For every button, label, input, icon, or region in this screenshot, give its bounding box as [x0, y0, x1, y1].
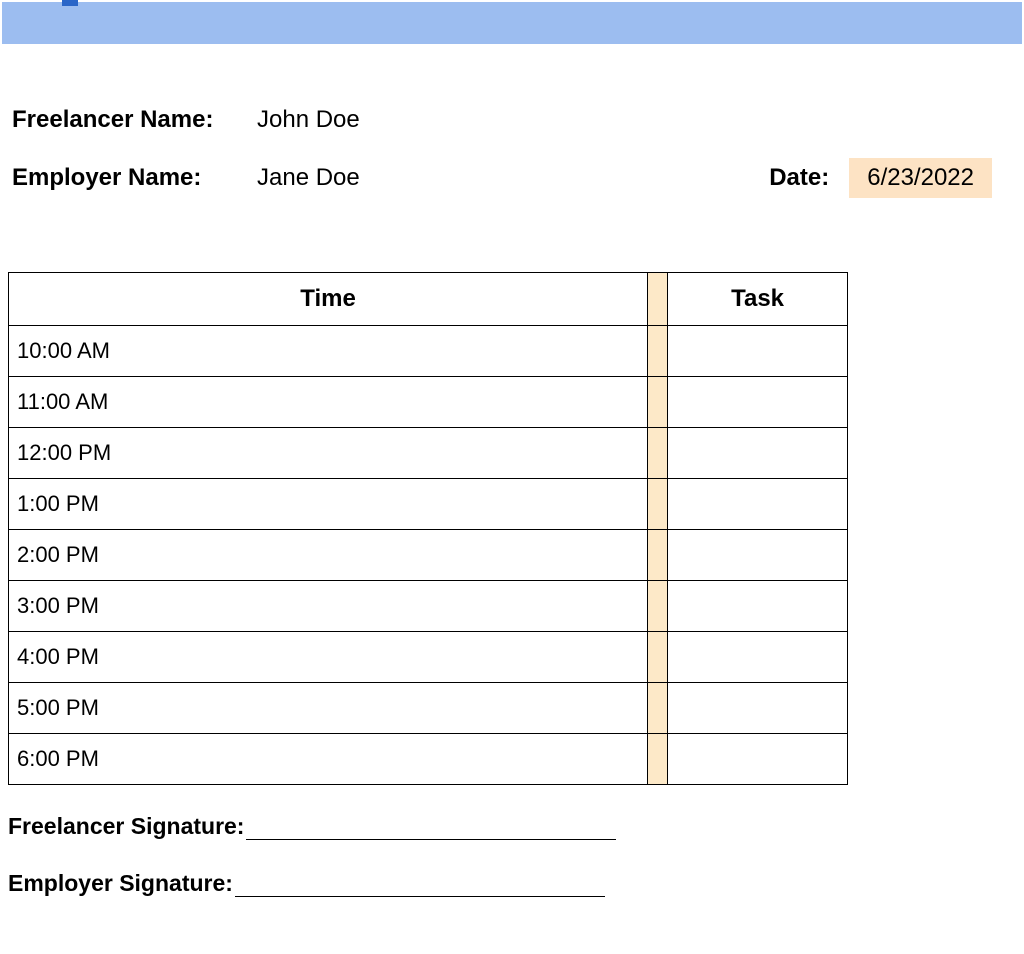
task-cell — [668, 581, 848, 632]
time-cell: 12:00 PM — [9, 428, 648, 479]
task-table: Time Task 10:00 AM 11:00 AM 12:00 PM — [8, 272, 848, 785]
task-cell — [668, 632, 848, 683]
time-cell: 2:00 PM — [9, 530, 648, 581]
employer-signature-line — [235, 872, 605, 897]
employer-signature-label: Employer Signature: — [8, 870, 233, 897]
table-row: 11:00 AM — [9, 377, 848, 428]
employer-row: Employer Name: Jane Doe Date: 6/23/2022 — [12, 158, 1012, 198]
divider-cell — [648, 479, 668, 530]
time-cell: 4:00 PM — [9, 632, 648, 683]
time-cell: 1:00 PM — [9, 479, 648, 530]
task-cell — [668, 479, 848, 530]
task-cell — [668, 530, 848, 581]
divider-cell — [648, 377, 668, 428]
task-table-wrap: Time Task 10:00 AM 11:00 AM 12:00 PM — [0, 222, 1024, 785]
table-row: 4:00 PM — [9, 632, 848, 683]
signature-block: Freelancer Signature: Employer Signature… — [0, 785, 1024, 897]
divider-cell — [648, 530, 668, 581]
table-row: 3:00 PM — [9, 581, 848, 632]
time-cell: 6:00 PM — [9, 734, 648, 785]
task-header: Task — [668, 273, 848, 326]
divider-cell — [648, 734, 668, 785]
freelancer-signature-label: Freelancer Signature: — [8, 813, 244, 840]
selection-handle-icon — [62, 0, 78, 6]
time-cell: 5:00 PM — [9, 683, 648, 734]
divider-cell — [648, 683, 668, 734]
divider-cell — [648, 428, 668, 479]
table-row: 6:00 PM — [9, 734, 848, 785]
employer-name-value: Jane Doe — [257, 164, 360, 192]
divider-cell — [648, 632, 668, 683]
time-cell: 10:00 AM — [9, 326, 648, 377]
time-cell: 11:00 AM — [9, 377, 648, 428]
freelancer-name-value: John Doe — [257, 106, 360, 134]
table-row: 2:00 PM — [9, 530, 848, 581]
divider-cell — [648, 581, 668, 632]
divider-cell — [648, 326, 668, 377]
header-info: Freelancer Name: John Doe Employer Name:… — [0, 46, 1024, 198]
task-cell — [668, 326, 848, 377]
freelancer-signature-line — [246, 815, 616, 840]
table-row: 10:00 AM — [9, 326, 848, 377]
table-row: 1:00 PM — [9, 479, 848, 530]
time-header: Time — [9, 273, 648, 326]
time-cell: 3:00 PM — [9, 581, 648, 632]
date-value: 6/23/2022 — [849, 158, 992, 198]
table-row: 12:00 PM — [9, 428, 848, 479]
employer-signature-row: Employer Signature: — [8, 870, 1024, 897]
date-label: Date: — [769, 164, 829, 192]
employer-name-label: Employer Name: — [12, 164, 257, 192]
task-cell — [668, 683, 848, 734]
task-cell — [668, 428, 848, 479]
task-cell — [668, 734, 848, 785]
freelancer-row: Freelancer Name: John Doe — [12, 106, 1012, 134]
task-cell — [668, 377, 848, 428]
table-row: 5:00 PM — [9, 683, 848, 734]
freelancer-signature-row: Freelancer Signature: — [8, 813, 1024, 840]
top-selection-bar — [2, 2, 1022, 44]
divider-column — [648, 273, 668, 326]
task-table-header-row: Time Task — [9, 273, 848, 326]
timesheet-document: Freelancer Name: John Doe Employer Name:… — [0, 2, 1024, 897]
freelancer-name-label: Freelancer Name: — [12, 106, 257, 134]
